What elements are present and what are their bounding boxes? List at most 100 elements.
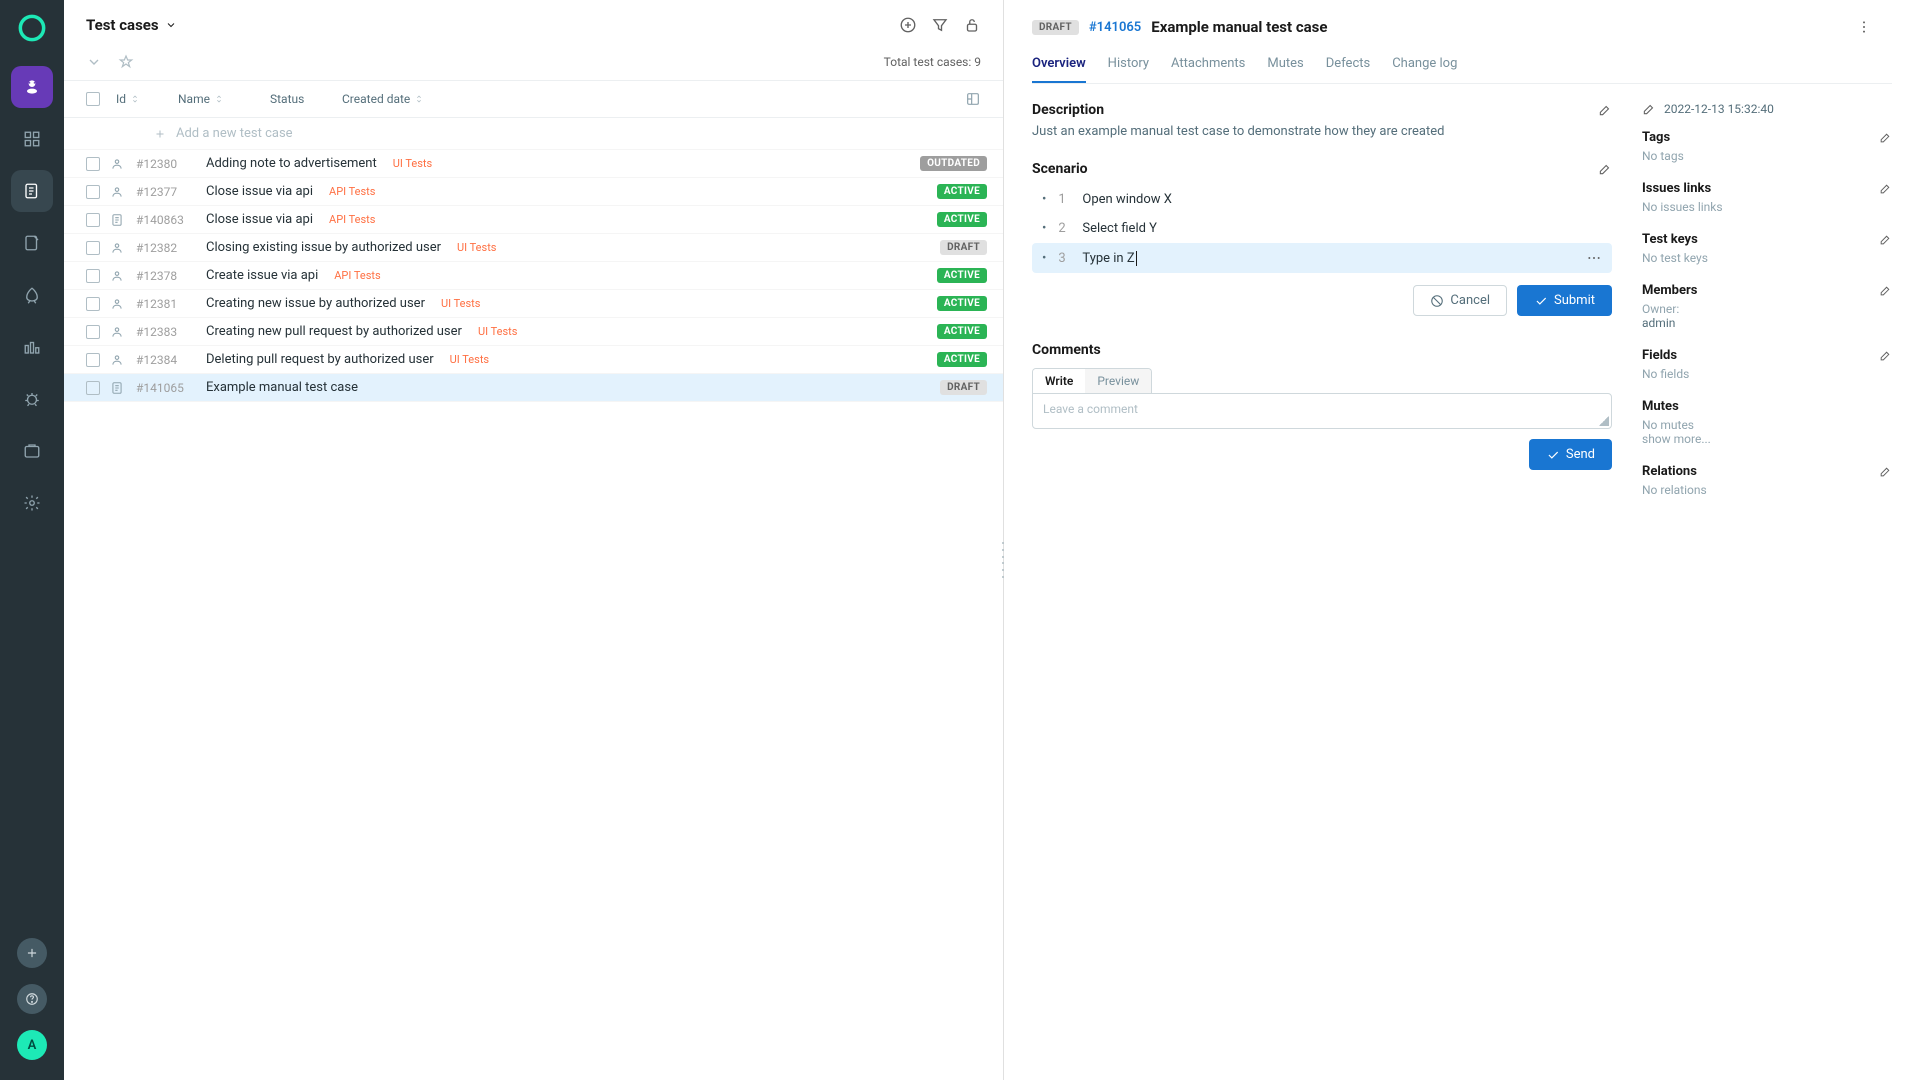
nav-project-icon[interactable] — [11, 66, 53, 108]
row-name: Close issue via api — [206, 212, 313, 227]
test-list-pane: Test cases Total test cases: 9 Id Name S… — [64, 0, 1004, 1080]
row-tag: UI Tests — [393, 157, 432, 170]
tags-value: No tags — [1642, 149, 1892, 163]
cancel-button[interactable]: Cancel — [1413, 285, 1507, 316]
nav-launches-icon[interactable] — [11, 274, 53, 316]
row-checkbox[interactable] — [86, 213, 100, 227]
add-testcase-button[interactable] — [899, 16, 917, 34]
col-created[interactable]: Created date — [342, 92, 442, 106]
edit-relations-button[interactable] — [1879, 465, 1892, 478]
nav-jobs-icon[interactable] — [11, 430, 53, 472]
nav-analytics-icon[interactable] — [11, 326, 53, 368]
mutes-value: No mutes — [1642, 418, 1892, 432]
lock-button[interactable] — [963, 16, 981, 34]
step-number: 1 — [1058, 192, 1070, 207]
page-title[interactable]: Test cases — [86, 16, 177, 34]
comment-tab-write[interactable]: Write — [1033, 369, 1085, 393]
tab-overview[interactable]: Overview — [1032, 50, 1086, 83]
col-status[interactable]: Status — [270, 92, 330, 106]
comment-input[interactable]: Leave a comment — [1032, 393, 1612, 429]
tab-mutes[interactable]: Mutes — [1267, 50, 1303, 83]
row-checkbox[interactable] — [86, 353, 100, 367]
table-row[interactable]: #12377Close issue via apiAPI TestsACTIVE — [64, 178, 1003, 206]
add-button[interactable] — [17, 938, 47, 968]
testkeys-heading: Test keys — [1642, 232, 1698, 247]
select-all-checkbox[interactable] — [86, 92, 100, 106]
edit-tags-button[interactable] — [1879, 131, 1892, 144]
step-text[interactable]: Type in Z — [1082, 251, 1136, 266]
table-row[interactable]: #12380Adding note to advertisementUI Tes… — [64, 150, 1003, 178]
table-row[interactable]: #141065Example manual test caseDRAFT — [64, 374, 1003, 402]
person-icon — [110, 297, 126, 311]
columns-config-button[interactable] — [965, 91, 981, 107]
step-number: 3 — [1058, 251, 1070, 266]
add-testcase-row[interactable]: Add a new test case — [64, 118, 1003, 150]
tab-changelog[interactable]: Change log — [1392, 50, 1457, 83]
row-id: #140863 — [136, 213, 196, 227]
step-menu-button[interactable] — [1586, 250, 1602, 266]
row-checkbox[interactable] — [86, 381, 100, 395]
row-name: Create issue via api — [206, 268, 318, 283]
tab-defects[interactable]: Defects — [1326, 50, 1370, 83]
nav-plans-icon[interactable] — [11, 222, 53, 264]
submit-button[interactable]: Submit — [1517, 285, 1612, 316]
edit-members-button[interactable] — [1879, 284, 1892, 297]
help-button[interactable] — [17, 984, 47, 1014]
scenario-step[interactable]: •3Type in Z — [1032, 243, 1612, 273]
table-row[interactable]: #12383Creating new pull request by autho… — [64, 318, 1003, 346]
step-number: 2 — [1058, 221, 1070, 236]
resize-handle[interactable] — [1599, 416, 1609, 426]
table-row[interactable]: #12384Deleting pull request by authorize… — [64, 346, 1003, 374]
row-status-badge: ACTIVE — [937, 352, 987, 367]
table-row[interactable]: #140863Close issue via apiAPI TestsACTIV… — [64, 206, 1003, 234]
edit-timestamp-button[interactable] — [1642, 102, 1656, 116]
scenario-step[interactable]: •1Open window X — [1032, 185, 1612, 214]
send-button[interactable]: Send — [1529, 439, 1612, 470]
row-checkbox[interactable] — [86, 297, 100, 311]
row-checkbox[interactable] — [86, 185, 100, 199]
expand-icon[interactable] — [86, 54, 102, 70]
row-checkbox[interactable] — [86, 325, 100, 339]
row-name: Close issue via api — [206, 184, 313, 199]
edit-issues-button[interactable] — [1879, 182, 1892, 195]
user-avatar[interactable]: A — [17, 1030, 47, 1060]
row-tag: UI Tests — [478, 325, 517, 338]
description-heading: Description — [1032, 102, 1104, 118]
star-icon[interactable] — [118, 54, 134, 70]
table-row[interactable]: #12378Create issue via apiAPI TestsACTIV… — [64, 262, 1003, 290]
nav-settings-icon[interactable] — [11, 482, 53, 524]
col-id[interactable]: Id — [116, 92, 166, 106]
filter-button[interactable] — [931, 16, 949, 34]
mutes-showmore[interactable]: show more... — [1642, 432, 1892, 446]
more-menu-button[interactable] — [1856, 19, 1872, 35]
row-tag: UI Tests — [450, 353, 489, 366]
edit-testkeys-button[interactable] — [1879, 233, 1892, 246]
cancel-icon — [1430, 294, 1444, 308]
tab-history[interactable]: History — [1108, 50, 1149, 83]
comment-tab-preview[interactable]: Preview — [1085, 369, 1151, 393]
scenario-step[interactable]: •2Select field Y — [1032, 214, 1612, 243]
person-icon — [110, 157, 126, 171]
check-icon — [1546, 448, 1560, 462]
scenario-heading: Scenario — [1032, 161, 1088, 177]
row-status-badge: ACTIVE — [937, 212, 987, 227]
edit-fields-button[interactable] — [1879, 349, 1892, 362]
table-row[interactable]: #12382Closing existing issue by authoriz… — [64, 234, 1003, 262]
comments-heading: Comments — [1032, 342, 1612, 358]
row-checkbox[interactable] — [86, 157, 100, 171]
edit-description-button[interactable] — [1598, 103, 1612, 117]
tags-heading: Tags — [1642, 130, 1670, 145]
person-icon — [110, 241, 126, 255]
row-checkbox[interactable] — [86, 241, 100, 255]
table-row[interactable]: #12381Creating new issue by authorized u… — [64, 290, 1003, 318]
nav-testcases-icon[interactable] — [11, 170, 53, 212]
tab-attachments[interactable]: Attachments — [1171, 50, 1245, 83]
row-id: #12378 — [136, 269, 196, 283]
edit-scenario-button[interactable] — [1598, 162, 1612, 176]
row-checkbox[interactable] — [86, 269, 100, 283]
description-text: Just an example manual test case to demo… — [1032, 124, 1612, 139]
row-status-badge: ACTIVE — [937, 324, 987, 339]
nav-defects-icon[interactable] — [11, 378, 53, 420]
nav-dashboard-icon[interactable] — [11, 118, 53, 160]
col-name[interactable]: Name — [178, 92, 258, 106]
